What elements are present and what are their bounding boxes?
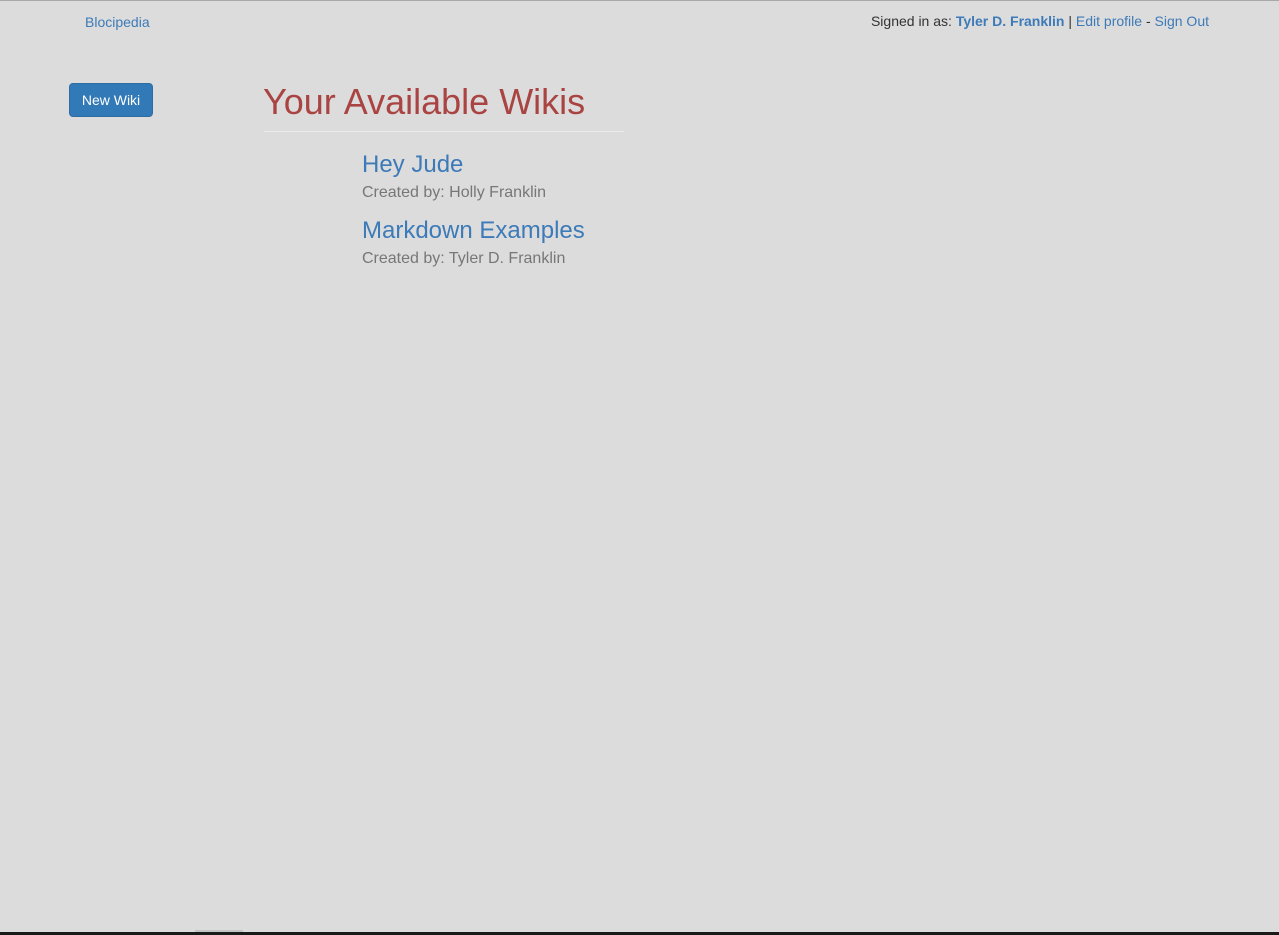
window-top-border (0, 0, 1279, 1)
brand-link[interactable]: Blocipedia (85, 13, 150, 31)
user-nav: Signed in as: Tyler D. Franklin | Edit p… (871, 12, 1209, 30)
wiki-list-item: Markdown Examples Created by: Tyler D. F… (362, 216, 585, 269)
edit-profile-link[interactable]: Edit profile (1076, 13, 1142, 29)
nav-separator-dash: - (1145, 13, 1151, 29)
wiki-list: Hey Jude Created by: Holly Franklin Mark… (362, 150, 585, 282)
nav-separator-pipe: | (1068, 13, 1073, 29)
sign-out-link[interactable]: Sign Out (1155, 13, 1209, 29)
wiki-title-link[interactable]: Hey Jude (362, 150, 585, 180)
wiki-author: Created by: Holly Franklin (362, 184, 547, 201)
wiki-title-link[interactable]: Markdown Examples (362, 216, 585, 246)
wiki-list-item: Hey Jude Created by: Holly Franklin (362, 150, 585, 203)
page-title: Your Available Wikis (263, 81, 586, 122)
title-divider (264, 131, 624, 132)
signed-in-label: Signed in as: (870, 13, 952, 29)
current-user-link[interactable]: Tyler D. Franklin (956, 13, 1065, 29)
new-wiki-button[interactable]: New Wiki (69, 83, 153, 117)
wiki-author: Created by: Tyler D. Franklin (362, 250, 566, 267)
window-bottom-tab (195, 930, 243, 932)
